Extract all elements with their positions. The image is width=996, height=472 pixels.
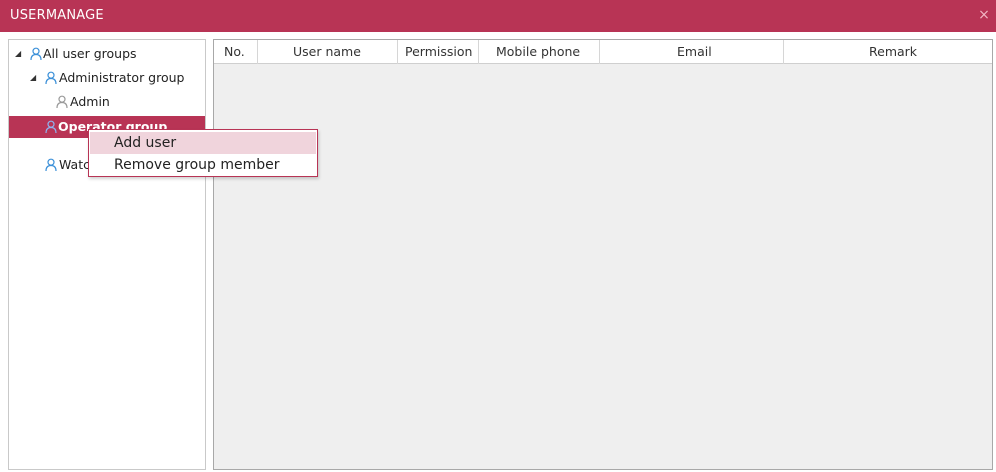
user-icon bbox=[45, 120, 57, 134]
column-header-user-name[interactable]: User name bbox=[258, 40, 398, 64]
user-group-tree[interactable]: ◢ All user groups ◢ Administrator group … bbox=[8, 39, 206, 470]
column-header-permission[interactable]: Permission bbox=[398, 40, 479, 64]
column-header-no[interactable]: No. bbox=[214, 40, 258, 64]
user-icon bbox=[56, 95, 68, 109]
window-title: USERMANAGE bbox=[10, 8, 104, 23]
tree-node-administrator-group[interactable]: ◢ Administrator group bbox=[9, 67, 205, 89]
tree-node-all-user-groups[interactable]: ◢ All user groups bbox=[9, 43, 205, 65]
title-bar: USERMANAGE × bbox=[0, 0, 996, 32]
column-header-email[interactable]: Email bbox=[600, 40, 784, 64]
user-table[interactable]: No. User name Permission Mobile phone Em… bbox=[213, 39, 993, 470]
remove-group-member-menu-item[interactable]: Remove group member bbox=[90, 154, 316, 176]
context-menu: Add user Remove group member bbox=[88, 129, 318, 177]
tree-node-label: All user groups bbox=[43, 46, 137, 61]
expand-arrow-icon[interactable]: ◢ bbox=[15, 43, 25, 65]
table-header: No. User name Permission Mobile phone Em… bbox=[214, 40, 992, 64]
user-icon bbox=[45, 158, 57, 172]
tree-node-label: Watc bbox=[59, 157, 90, 172]
column-header-remark[interactable]: Remark bbox=[784, 40, 992, 64]
tree-node-label: Administrator group bbox=[59, 70, 185, 85]
tree-node-admin[interactable]: Admin bbox=[9, 91, 205, 113]
close-icon[interactable]: × bbox=[976, 7, 992, 23]
user-icon bbox=[30, 47, 42, 61]
add-user-menu-item[interactable]: Add user bbox=[90, 132, 316, 154]
column-header-mobile-phone[interactable]: Mobile phone bbox=[479, 40, 600, 64]
tree-node-label: Admin bbox=[70, 94, 110, 109]
user-icon bbox=[45, 71, 57, 85]
expand-arrow-icon[interactable]: ◢ bbox=[30, 67, 40, 89]
